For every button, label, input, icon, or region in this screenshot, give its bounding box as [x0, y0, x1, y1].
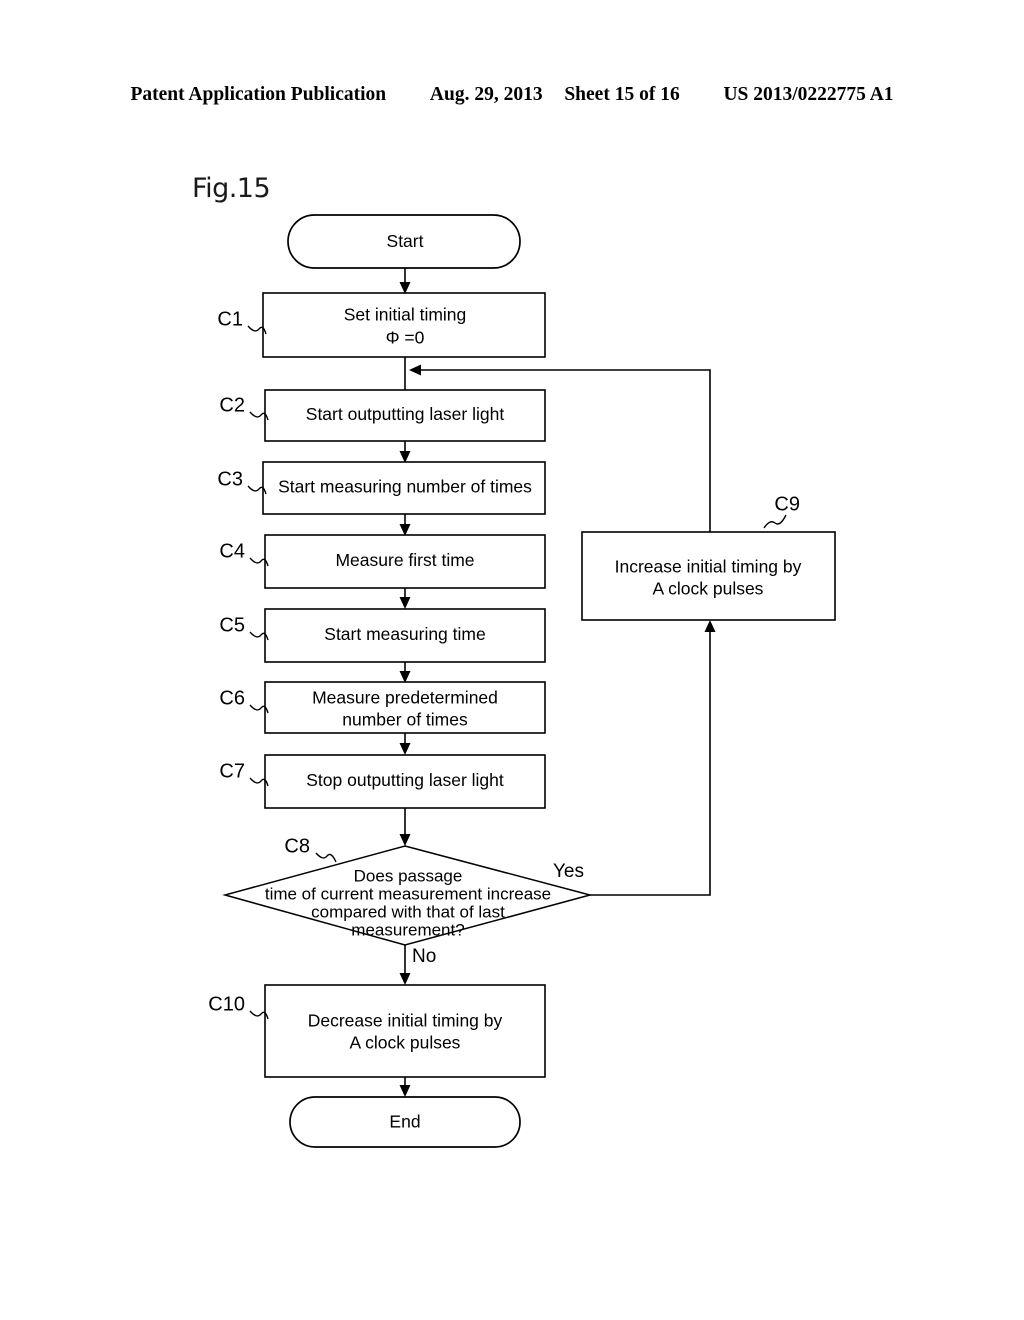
node-c1[interactable]: Set initial timing Φ =0	[262, 292, 546, 358]
step-label-c2: C2	[219, 394, 245, 416]
connector-c3-to-c4	[399, 514, 411, 536]
connector-c5-to-c6	[399, 662, 411, 683]
node-c3-label: Start measuring number of times	[278, 477, 532, 497]
connector-c6-to-c7	[399, 733, 411, 755]
node-c2-label: Start outputting laser light	[306, 404, 505, 424]
node-start-label: Start	[387, 231, 424, 251]
node-c6-line-1: Measure predetermined	[312, 688, 498, 708]
node-c3[interactable]: Start measuring number of times	[262, 461, 546, 515]
step-label-c9: C9	[774, 493, 800, 515]
node-c4-label: Measure first time	[335, 550, 474, 570]
node-c2[interactable]: Start outputting laser light	[264, 389, 546, 442]
connector-c7-to-c8	[399, 808, 411, 846]
node-c9-line-2: A clock pulses	[653, 579, 764, 599]
leader-line-c9	[763, 514, 787, 529]
step-label-c3: C3	[217, 468, 243, 490]
connector-c10-to-end	[399, 1077, 411, 1097]
node-c9-line-1: Increase initial timing by	[615, 557, 802, 577]
node-c7[interactable]: Stop outputting laser light	[264, 754, 546, 809]
node-end[interactable]: End	[289, 1096, 521, 1148]
step-label-c5: C5	[219, 614, 245, 636]
node-c8-line-2: time of current measurement increase	[265, 884, 551, 903]
node-c7-label: Stop outputting laser light	[306, 770, 504, 790]
node-c1-line-1: Set initial timing	[344, 305, 467, 325]
branch-label-yes: Yes	[553, 861, 584, 882]
node-c10-line-1: Decrease initial timing by	[308, 1011, 503, 1031]
node-c6[interactable]: Measure predetermined number of times	[264, 681, 546, 734]
node-c1-line-2: Φ =0	[386, 328, 425, 348]
node-c10[interactable]: Decrease initial timing by A clock pulse…	[264, 984, 546, 1078]
node-c4[interactable]: Measure first time	[264, 534, 546, 589]
node-c9[interactable]: Increase initial timing by A clock pulse…	[581, 531, 836, 621]
leader-line-c8	[315, 852, 337, 863]
node-c8[interactable]: Does passage time of current measurement…	[222, 845, 593, 946]
connector-c2-to-c3	[399, 441, 411, 463]
step-label-c8: C8	[284, 835, 310, 857]
connector-c8-no-to-c10	[399, 945, 411, 985]
node-c5[interactable]: Start measuring time	[264, 608, 546, 663]
node-end-label: End	[389, 1112, 420, 1132]
step-label-c6: C6	[219, 687, 245, 709]
step-label-c7: C7	[219, 760, 245, 782]
node-c10-line-2: A clock pulses	[350, 1033, 461, 1053]
step-label-c1: C1	[217, 308, 243, 330]
node-c8-line-3: compared with that of last	[311, 902, 505, 921]
connector-start-to-c1	[399, 268, 411, 294]
node-c8-line-1: Does passage	[354, 866, 463, 885]
step-label-c4: C4	[219, 540, 245, 562]
node-c6-line-2: number of times	[342, 710, 468, 730]
node-c5-label: Start measuring time	[324, 624, 485, 644]
step-label-c10: C10	[208, 993, 245, 1015]
flowchart-diagram: Start Set initial timing Φ =0 C1 Start o…	[208, 214, 836, 1148]
node-start[interactable]: Start	[287, 214, 521, 269]
node-c8-line-4: measurement?	[351, 920, 464, 939]
connector-c8-yes-to-c9	[590, 620, 716, 896]
branch-label-no: No	[412, 946, 436, 967]
connector-c4-to-c5	[399, 588, 411, 609]
